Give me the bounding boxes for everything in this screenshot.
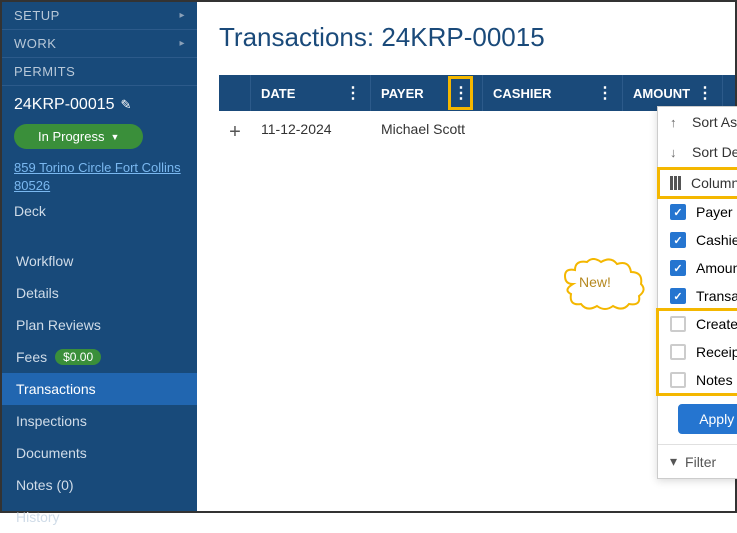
nav-details[interactable]: Details (2, 277, 197, 309)
column-menu-icon[interactable]: ⋮ (449, 77, 472, 109)
arrow-down-icon: ↓ (670, 145, 682, 160)
caret-down-icon: ▼ (110, 132, 119, 142)
col-label: Payer (696, 204, 733, 220)
permit-address-link[interactable]: 859 Torino Circle Fort Collins 80526 (14, 159, 185, 195)
col-label: Amount (696, 260, 737, 276)
checkbox-icon[interactable] (670, 204, 686, 220)
topmenu-setup[interactable]: SETUP ▸ (2, 2, 197, 30)
checkbox-icon[interactable] (670, 288, 686, 304)
checkbox-icon[interactable] (670, 316, 686, 332)
col-option-receipt[interactable]: Receipt # (658, 338, 737, 366)
column-menu-icon[interactable]: ⋮ (697, 83, 712, 103)
new-callout: New! (561, 258, 635, 306)
status-badge[interactable]: In Progress ▼ (14, 124, 143, 149)
col-option-amount[interactable]: Amount (658, 254, 737, 282)
sort-desc-label: Sort Descending (692, 144, 737, 160)
status-text: In Progress (38, 129, 104, 144)
col-label: Cashier (696, 232, 737, 248)
filter-row[interactable]: ▾ Filter (658, 444, 737, 478)
col-option-payer[interactable]: Payer (658, 198, 737, 226)
col-label: Created By (696, 316, 737, 332)
nav-documents[interactable]: Documents (2, 437, 197, 469)
sort-ascending[interactable]: ↑ Sort Ascending (658, 107, 737, 137)
nav-label: Transactions (16, 381, 96, 397)
checkbox-icon[interactable] (670, 260, 686, 276)
permit-id: 24KRP-00015 ✎ (14, 96, 185, 114)
topmenu-label: SETUP (14, 8, 60, 23)
add-row-button[interactable]: + (219, 121, 251, 144)
new-columns-highlight: Created By Receipt # Notes (658, 310, 737, 394)
permit-id-text: 24KRP-00015 (14, 96, 115, 114)
topmenu-label: PERMITS (14, 64, 75, 79)
nav-label: Details (16, 285, 59, 301)
column-options: Payer Cashier Amount Transaction Type (658, 198, 737, 394)
col-option-notes[interactable]: Notes (658, 366, 737, 394)
chevron-right-icon: ▸ (179, 38, 185, 49)
col-option-transaction-type[interactable]: Transaction Type (658, 282, 737, 310)
col-label: Notes (696, 372, 733, 388)
apply-button[interactable]: Apply (678, 404, 737, 434)
nav-fees[interactable]: Fees $0.00 (2, 341, 197, 373)
main-content: Transactions: 24KRP-00015 DATE ⋮ PAYER ⋮… (197, 2, 735, 511)
nav-label: Plan Reviews (16, 317, 101, 333)
fee-badge: $0.00 (55, 349, 101, 365)
topmenu-label: WORK (14, 36, 56, 51)
nav-label: Documents (16, 445, 87, 461)
nav-workflow[interactable]: Workflow (2, 245, 197, 277)
nav-transactions[interactable]: Transactions (2, 373, 197, 405)
checkbox-icon[interactable] (670, 232, 686, 248)
th-add (219, 75, 251, 111)
th-cashier[interactable]: CASHIER ⋮ (483, 75, 623, 111)
nav-label: Fees (16, 349, 47, 365)
th-label: AMOUNT (633, 86, 690, 101)
sort-descending[interactable]: ↓ Sort Descending (658, 137, 737, 167)
cell-date: 11-12-2024 (251, 121, 371, 144)
th-label: DATE (261, 86, 295, 101)
nav-history[interactable]: History (2, 501, 197, 533)
sidebar: SETUP ▸ WORK ▸ PERMITS 24KRP-00015 ✎ In … (2, 2, 197, 511)
checkbox-icon[interactable] (670, 372, 686, 388)
arrow-up-icon: ↑ (670, 115, 682, 130)
topmenu-work[interactable]: WORK ▸ (2, 30, 197, 58)
nav-label: Inspections (16, 413, 87, 429)
permit-type: Deck (14, 203, 185, 219)
callout-text: New! (579, 274, 611, 290)
columns-icon (670, 176, 681, 190)
chevron-right-icon: ▸ (179, 10, 185, 21)
th-payer[interactable]: PAYER ⋮ (371, 75, 483, 111)
nav-label: Notes (0) (16, 477, 74, 493)
column-menu-icon[interactable]: ⋮ (345, 83, 360, 103)
permit-block: 24KRP-00015 ✎ In Progress ▼ 859 Torino C… (2, 86, 197, 237)
nav-label: Workflow (16, 253, 73, 269)
nav-inspections[interactable]: Inspections (2, 405, 197, 437)
column-menu-icon[interactable]: ⋮ (597, 83, 612, 103)
col-option-created-by[interactable]: Created By (658, 310, 737, 338)
col-option-cashier[interactable]: Cashier (658, 226, 737, 254)
columns-label: Columns (691, 175, 737, 191)
edit-icon[interactable]: ✎ (121, 97, 132, 113)
columns-header[interactable]: Columns (658, 168, 737, 198)
th-date[interactable]: DATE ⋮ (251, 75, 371, 111)
col-label: Receipt # (696, 344, 737, 360)
page-title: Transactions: 24KRP-00015 (219, 22, 735, 53)
filter-icon: ▾ (670, 453, 677, 470)
dropdown-actions: Apply Reset (658, 394, 737, 444)
th-label: PAYER (381, 86, 424, 101)
checkbox-icon[interactable] (670, 344, 686, 360)
nav-label: History (16, 509, 60, 525)
column-menu-dropdown: ↑ Sort Ascending ↓ Sort Descending Colum… (657, 106, 737, 479)
nav-plan-reviews[interactable]: Plan Reviews (2, 309, 197, 341)
nav-notes[interactable]: Notes (0) (2, 469, 197, 501)
th-label: CASHIER (493, 86, 552, 101)
col-label: Transaction Type (696, 288, 737, 304)
sort-asc-label: Sort Ascending (692, 114, 737, 130)
filter-label: Filter (685, 454, 716, 470)
cell-payer: Michael Scott (371, 121, 483, 144)
topmenu-permits[interactable]: PERMITS (2, 58, 197, 86)
